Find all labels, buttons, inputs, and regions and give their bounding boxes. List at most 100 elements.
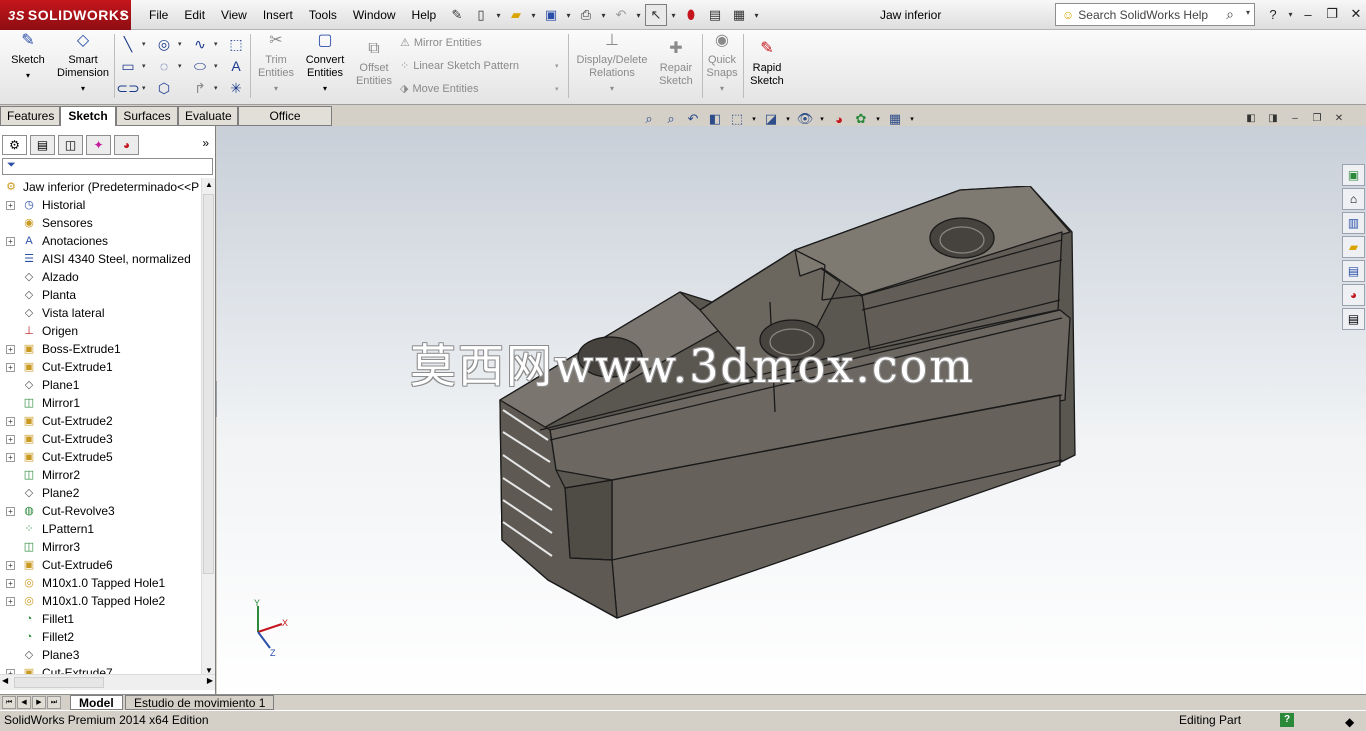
repair-sketch-button[interactable]: ✚ Repair Sketch xyxy=(654,41,698,88)
tree-item[interactable]: + ▣ Cut-Extrude1 xyxy=(0,358,201,376)
solidworks-resources-icon[interactable]: ▣ xyxy=(1342,164,1365,186)
slot-dropdown-icon[interactable]: ▾ xyxy=(142,84,146,92)
undo-icon[interactable]: ↶ xyxy=(610,4,632,26)
circle-dropdown-icon[interactable]: ▾ xyxy=(178,40,182,48)
menu-tools[interactable]: Tools xyxy=(301,0,345,30)
expand-panel-icon[interactable]: » xyxy=(202,136,209,150)
tab-office-products[interactable]: Office Products xyxy=(238,106,332,141)
expand-icon[interactable]: + xyxy=(6,363,15,372)
save-dropdown-icon[interactable]: ▾ xyxy=(564,11,573,20)
configuration-manager-tab-icon[interactable]: ◫ xyxy=(58,135,83,155)
slot-tool-icon[interactable]: ⊂⊃ xyxy=(116,78,139,98)
tree-item[interactable]: ◇ Plane1 xyxy=(0,376,201,394)
tab-sketch[interactable]: Sketch xyxy=(60,106,116,126)
line-tool-icon[interactable]: ╲ xyxy=(118,34,138,54)
property-manager-tab-icon[interactable]: ▤ xyxy=(30,135,55,155)
hide-show-dropdown-icon[interactable]: ▾ xyxy=(818,115,826,123)
appearances-icon[interactable]: ◕ xyxy=(1342,284,1365,306)
display-manager-tab-icon[interactable]: ◕ xyxy=(114,135,139,155)
rapid-sketch-button[interactable]: ✎ Rapid Sketch xyxy=(746,41,788,88)
trim-dropdown-icon[interactable]: ▾ xyxy=(254,82,298,95)
offset-entities-button[interactable]: ⧉ Offset Entities xyxy=(352,41,396,88)
quick-snaps-button[interactable]: ◉ Quick Snaps ▾ xyxy=(704,33,740,95)
spline-dropdown-icon[interactable]: ▾ xyxy=(214,40,218,48)
view-orientation-icon[interactable]: ⬚ xyxy=(728,110,746,128)
trim-entities-button[interactable]: ✂ Trim Entities ▾ xyxy=(254,33,298,95)
expand-icon[interactable]: + xyxy=(6,417,15,426)
circle-tool-icon[interactable]: ◎ xyxy=(154,34,174,54)
scroll-left-icon[interactable]: ◀ xyxy=(2,676,8,685)
expand-icon[interactable]: + xyxy=(6,237,15,246)
new-dropdown-icon[interactable]: ▾ xyxy=(494,11,503,20)
tree-item[interactable]: ◇ Planta xyxy=(0,286,201,304)
tree-item[interactable]: + ◍ Cut-Revolve3 xyxy=(0,502,201,520)
expand-icon[interactable]: + xyxy=(6,345,15,354)
tree-item[interactable]: ◇ Plane2 xyxy=(0,484,201,502)
tree-item[interactable]: ◇ Alzado xyxy=(0,268,201,286)
tree-item[interactable]: + A Anotaciones xyxy=(0,232,201,250)
menu-help[interactable]: Help xyxy=(404,0,445,30)
rebuild-traffic-light-icon[interactable]: ⬮ xyxy=(680,4,702,26)
restore-icon[interactable]: ❐ xyxy=(1321,3,1343,25)
expand-icon[interactable]: + xyxy=(6,507,15,516)
linear-pattern-dropdown-icon[interactable]: ▾ xyxy=(555,62,559,70)
hide-show-items-icon[interactable]: 👁 xyxy=(796,110,814,128)
help-question-icon[interactable]: ? xyxy=(1262,3,1284,25)
tab-features[interactable]: Features xyxy=(0,106,60,126)
tree-item[interactable]: ◔ Fillet1 xyxy=(0,610,201,628)
apply-scene-icon[interactable]: ✿ xyxy=(852,110,870,128)
edit-appearance-icon[interactable]: ◕ xyxy=(830,110,848,128)
scroll-right-icon[interactable]: ▶ xyxy=(207,676,213,685)
tree-item[interactable]: ☰ AISI 4340 Steel, normalized xyxy=(0,250,201,268)
expand-icon[interactable]: + xyxy=(6,201,15,210)
tree-item[interactable]: + ▣ Cut-Extrude6 xyxy=(0,556,201,574)
select-arrow-icon[interactable]: ↖ xyxy=(645,4,667,26)
undo-dropdown-icon[interactable]: ▾ xyxy=(634,11,643,20)
section-view-icon[interactable]: ◧ xyxy=(706,110,724,128)
construction-geometry-icon[interactable]: ⬚ xyxy=(226,34,246,54)
arc-tool-icon[interactable]: ◌ xyxy=(154,56,174,76)
view-settings-icon[interactable]: ▦ xyxy=(886,110,904,128)
pin-icon[interactable]: ✎ xyxy=(446,4,468,26)
menu-view[interactable]: View xyxy=(213,0,255,30)
options-dropdown-icon[interactable]: ▾ xyxy=(752,11,761,20)
status-tag-icon[interactable]: ◆ xyxy=(1345,713,1354,731)
tree-item[interactable]: + ◎ M10x1.0 Tapped Hole2 xyxy=(0,592,201,610)
tree-item[interactable]: ⊥ Origen xyxy=(0,322,201,340)
design-library-icon[interactable]: ▥ xyxy=(1342,212,1365,234)
spline-tool-icon[interactable]: ∿ xyxy=(190,34,210,54)
open-dropdown-icon[interactable]: ▾ xyxy=(529,11,538,20)
tree-item[interactable]: ◉ Sensores xyxy=(0,214,201,232)
tree-item[interactable]: ◫ Mirror2 xyxy=(0,466,201,484)
tree-item[interactable]: ◫ Mirror3 xyxy=(0,538,201,556)
display-delete-relations-button[interactable]: ⊥ Display/Delete Relations ▾ xyxy=(574,33,650,95)
status-help-icon[interactable]: ? xyxy=(1280,713,1294,727)
view-palette-icon[interactable]: ▤ xyxy=(1342,260,1365,282)
minimize-icon[interactable]: – xyxy=(1297,3,1319,25)
print-icon[interactable]: ⎙ xyxy=(575,4,597,26)
expand-icon[interactable]: + xyxy=(6,453,15,462)
tab-evaluate[interactable]: Evaluate xyxy=(178,106,238,126)
convert-entities-button[interactable]: ▢ Convert Entities ▾ xyxy=(302,33,348,95)
home-icon[interactable]: ⌂ xyxy=(1342,188,1365,210)
dimxpert-tab-icon[interactable]: ✦ xyxy=(86,135,111,155)
linear-sketch-pattern-button[interactable]: ⁘ Linear Sketch Pattern xyxy=(400,59,519,73)
help-search-box[interactable]: ☺ Search SolidWorks Help ⌕ ▾ xyxy=(1055,3,1255,26)
tree-item[interactable]: ◇ Plane3 xyxy=(0,646,201,664)
rectangle-tool-icon[interactable]: ▭ xyxy=(118,56,138,76)
view-settings-dropdown-icon[interactable]: ▾ xyxy=(908,115,916,123)
polygon-tool-icon[interactable]: ⬡ xyxy=(154,78,174,98)
tree-item[interactable]: + ▣ Cut-Extrude2 xyxy=(0,412,201,430)
file-explorer-icon[interactable]: ▰ xyxy=(1342,236,1365,258)
rectangle-dropdown-icon[interactable]: ▾ xyxy=(142,62,146,70)
menu-window[interactable]: Window xyxy=(345,0,404,30)
relations-dropdown-icon[interactable]: ▾ xyxy=(574,82,650,95)
tree-item[interactable]: + ◷ Historial xyxy=(0,196,201,214)
previous-view-icon[interactable]: ↶ xyxy=(684,110,702,128)
tree-item[interactable]: ◇ Vista lateral xyxy=(0,304,201,322)
scroll-thumb[interactable] xyxy=(203,194,214,574)
new-document-icon[interactable]: ▯ xyxy=(470,4,492,26)
tree-horizontal-scrollbar[interactable]: ◀ ▶ xyxy=(0,674,215,690)
point-tool-icon[interactable]: ✳ xyxy=(226,78,246,98)
zoom-to-area-icon[interactable]: ⌕ xyxy=(662,110,680,128)
